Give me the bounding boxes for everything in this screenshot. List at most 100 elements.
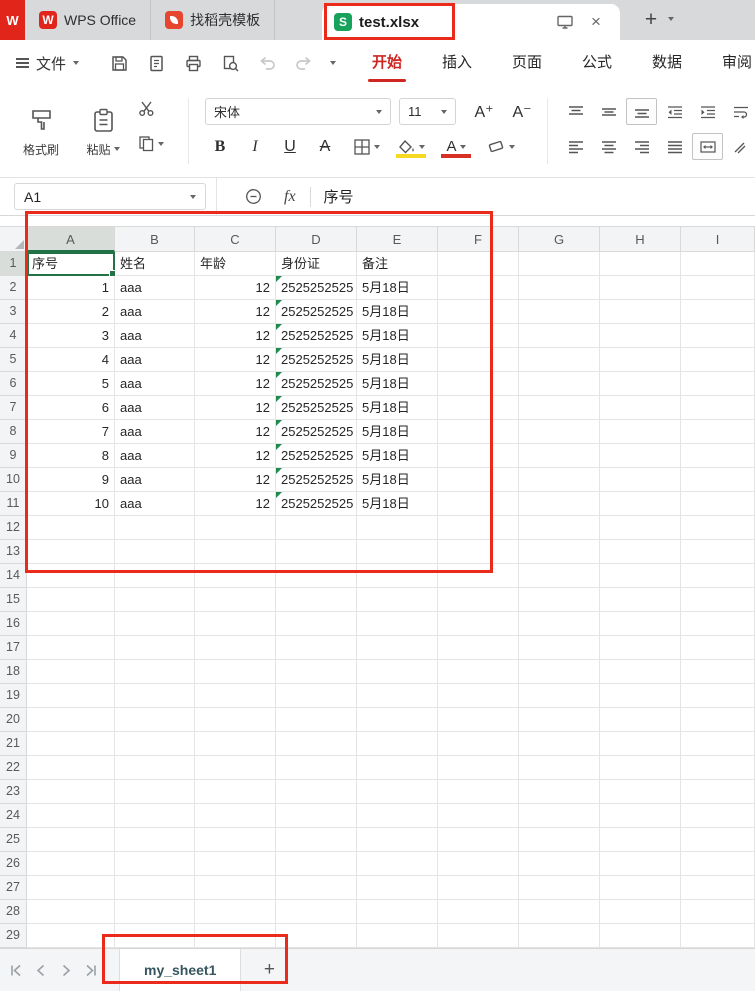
row-header-25[interactable]: 25 (0, 828, 27, 852)
cell-F8[interactable] (438, 420, 519, 444)
cut-button[interactable] (138, 100, 164, 117)
insert-function-button[interactable]: fx (284, 188, 296, 206)
cell-B24[interactable] (115, 804, 195, 828)
paste-button[interactable]: 粘贴 (74, 94, 132, 170)
cell-B18[interactable] (115, 660, 195, 684)
export-pdf-icon[interactable] (145, 52, 167, 74)
font-color-button[interactable]: A (437, 133, 475, 160)
row-header-8[interactable]: 8 (0, 420, 27, 444)
cell-B21[interactable] (115, 732, 195, 756)
cell-D14[interactable] (276, 564, 357, 588)
undo-icon[interactable] (256, 52, 278, 74)
row-header-24[interactable]: 24 (0, 804, 27, 828)
font-size-select[interactable]: 11 (399, 98, 456, 125)
row-header-11[interactable]: 11 (0, 492, 27, 516)
cell-G28[interactable] (519, 900, 600, 924)
align-justify-button[interactable] (659, 133, 690, 160)
cell-C29[interactable] (195, 924, 276, 948)
cell-C2[interactable]: 12 (195, 276, 276, 300)
cell-I12[interactable] (681, 516, 755, 540)
cell-I15[interactable] (681, 588, 755, 612)
cell-E26[interactable] (357, 852, 438, 876)
borders-button[interactable] (347, 133, 385, 160)
cell-F21[interactable] (438, 732, 519, 756)
cell-C12[interactable] (195, 516, 276, 540)
cell-F15[interactable] (438, 588, 519, 612)
cell-H8[interactable] (600, 420, 681, 444)
cell-C18[interactable] (195, 660, 276, 684)
cell-A15[interactable] (27, 588, 115, 612)
cell-A10[interactable]: 9 (27, 468, 115, 492)
cell-H7[interactable] (600, 396, 681, 420)
cell-A20[interactable] (27, 708, 115, 732)
row-header-5[interactable]: 5 (0, 348, 27, 372)
cell-D6[interactable]: 2525252525 (276, 372, 357, 396)
cell-B1[interactable]: 姓名 (115, 252, 195, 276)
cell-C26[interactable] (195, 852, 276, 876)
cell-G11[interactable] (519, 492, 600, 516)
cell-E19[interactable] (357, 684, 438, 708)
cell-G18[interactable] (519, 660, 600, 684)
cell-I21[interactable] (681, 732, 755, 756)
row-header-18[interactable]: 18 (0, 660, 27, 684)
cell-D9[interactable]: 2525252525 (276, 444, 357, 468)
cell-E5[interactable]: 5月18日 (357, 348, 438, 372)
cell-A7[interactable]: 6 (27, 396, 115, 420)
cell-D29[interactable] (276, 924, 357, 948)
ribbon-tab-home[interactable]: 开始 (352, 40, 422, 86)
cell-E4[interactable]: 5月18日 (357, 324, 438, 348)
cell-D25[interactable] (276, 828, 357, 852)
cell-C23[interactable] (195, 780, 276, 804)
print-icon[interactable] (182, 52, 204, 74)
cell-A14[interactable] (27, 564, 115, 588)
cell-H15[interactable] (600, 588, 681, 612)
cell-H22[interactable] (600, 756, 681, 780)
cell-C17[interactable] (195, 636, 276, 660)
cell-A12[interactable] (27, 516, 115, 540)
valign-top-button[interactable] (560, 98, 591, 125)
cell-I6[interactable] (681, 372, 755, 396)
tab-document-active[interactable]: S test.xlsx × (322, 4, 620, 40)
cell-I17[interactable] (681, 636, 755, 660)
cell-H19[interactable] (600, 684, 681, 708)
cell-A19[interactable] (27, 684, 115, 708)
cell-D3[interactable]: 2525252525 (276, 300, 357, 324)
cell-F22[interactable] (438, 756, 519, 780)
save-icon[interactable] (108, 52, 130, 74)
cell-I2[interactable] (681, 276, 755, 300)
row-header-9[interactable]: 9 (0, 444, 27, 468)
cell-G25[interactable] (519, 828, 600, 852)
cell-I25[interactable] (681, 828, 755, 852)
cell-H21[interactable] (600, 732, 681, 756)
cell-A21[interactable] (27, 732, 115, 756)
cell-I29[interactable] (681, 924, 755, 948)
cell-C21[interactable] (195, 732, 276, 756)
cell-A13[interactable] (27, 540, 115, 564)
cell-C14[interactable] (195, 564, 276, 588)
cell-B17[interactable] (115, 636, 195, 660)
cell-F10[interactable] (438, 468, 519, 492)
cell-E16[interactable] (357, 612, 438, 636)
cell-F1[interactable] (438, 252, 519, 276)
cell-D26[interactable] (276, 852, 357, 876)
cell-E11[interactable]: 5月18日 (357, 492, 438, 516)
cell-H6[interactable] (600, 372, 681, 396)
row-header-19[interactable]: 19 (0, 684, 27, 708)
align-left-button[interactable] (560, 133, 591, 160)
cell-I11[interactable] (681, 492, 755, 516)
cell-H5[interactable] (600, 348, 681, 372)
cell-A25[interactable] (27, 828, 115, 852)
wps-logo[interactable]: W (0, 0, 25, 40)
row-header-17[interactable]: 17 (0, 636, 27, 660)
ribbon-tab-review[interactable]: 审阅 (702, 40, 755, 86)
cell-G26[interactable] (519, 852, 600, 876)
cell-B28[interactable] (115, 900, 195, 924)
merge-center-button[interactable] (692, 133, 723, 160)
cell-C20[interactable] (195, 708, 276, 732)
cell-F4[interactable] (438, 324, 519, 348)
cell-H4[interactable] (600, 324, 681, 348)
cell-B9[interactable]: aaa (115, 444, 195, 468)
cell-G27[interactable] (519, 876, 600, 900)
cell-I13[interactable] (681, 540, 755, 564)
cell-F11[interactable] (438, 492, 519, 516)
